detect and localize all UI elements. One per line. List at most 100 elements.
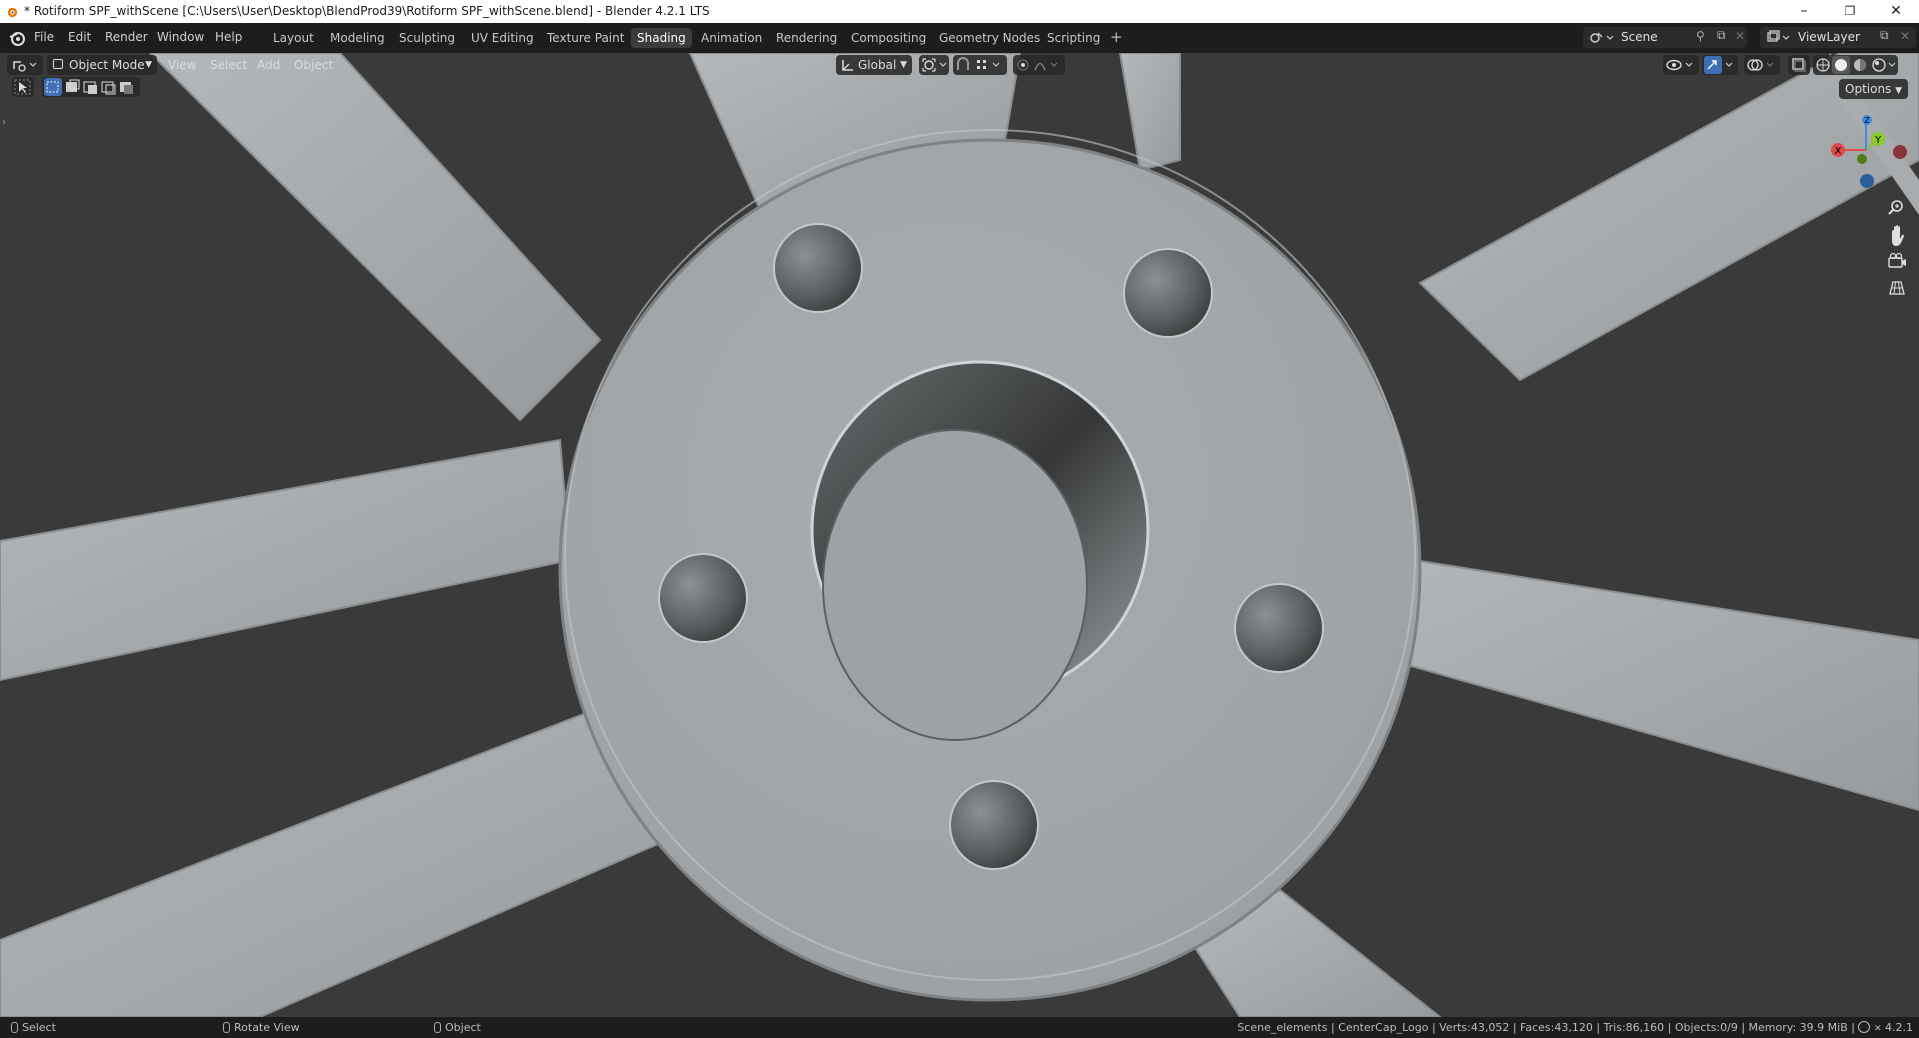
grid-perspective-icon[interactable]	[1889, 281, 1905, 295]
tab-rendering[interactable]: Rendering	[770, 28, 843, 48]
chevron-down-icon: ▼	[145, 60, 152, 70]
proportional-edit-icon	[1017, 59, 1058, 71]
cursor-arrow-icon	[14, 79, 31, 95]
viewport-header: Object Mode ▼ View Select Add Object Glo…	[0, 53, 1919, 77]
viewport-menu-select[interactable]: Select	[210, 55, 247, 75]
tab-shading[interactable]: Shading	[631, 28, 692, 48]
viewport-menu-object[interactable]: Object	[294, 55, 333, 75]
shading-mode-buttons[interactable]	[1813, 55, 1898, 75]
blender-logo-icon[interactable]	[8, 29, 26, 47]
axis-orientation-icon	[842, 60, 853, 71]
status-object-hint: Object	[434, 1021, 481, 1034]
gizmo-toggle[interactable]	[1702, 55, 1738, 75]
overlays-icon	[1747, 59, 1774, 71]
tab-scripting[interactable]: Scripting	[1041, 28, 1106, 48]
network-icon	[1858, 1021, 1871, 1033]
zoom-icon[interactable]	[1888, 200, 1903, 215]
view-layer-icon	[1767, 30, 1790, 42]
tab-uv-editing[interactable]: UV Editing	[465, 28, 540, 48]
status-bar: Select Rotate View Object Scene_elements…	[0, 1017, 1919, 1038]
selection-mode-buttons[interactable]	[42, 77, 140, 97]
transform-orientation-dropdown[interactable]: Global ▼	[836, 55, 912, 75]
restore-button[interactable]: ❐	[1827, 0, 1873, 23]
select-mode-icons	[44, 78, 133, 96]
viewport-menu-view[interactable]: View	[168, 55, 196, 75]
status-select-hint: Select	[11, 1021, 56, 1034]
3d-viewport[interactable]	[0, 53, 1919, 1017]
middle-mouse-icon	[223, 1022, 230, 1033]
tab-modeling[interactable]: Modeling	[324, 28, 391, 48]
visibility-dropdown[interactable]	[1663, 55, 1699, 75]
right-mouse-icon	[434, 1022, 441, 1033]
minimize-button[interactable]: –	[1781, 0, 1827, 23]
pivot-point-button[interactable]	[919, 55, 949, 75]
mode-label: Object Mode	[69, 58, 145, 72]
toolbar-expand-arrow-icon[interactable]: ›	[2, 117, 6, 128]
transform-orientation-label: Global	[858, 58, 897, 72]
tab-animation[interactable]: Animation	[695, 28, 768, 48]
menu-help[interactable]: Help	[215, 30, 242, 44]
tab-texture-paint[interactable]: Texture Paint	[541, 28, 630, 48]
overlays-toggle[interactable]	[1744, 55, 1780, 75]
tab-sculpting[interactable]: Sculpting	[393, 28, 461, 48]
pan-hand-icon[interactable]	[1892, 225, 1904, 246]
window-title-bar: * Rotiform SPF_withScene [C:\Users\User\…	[0, 0, 1919, 23]
chevron-down-icon: ▼	[900, 60, 907, 70]
mode-dropdown[interactable]: Object Mode ▼	[47, 55, 157, 75]
add-workspace-button[interactable]: +	[1110, 28, 1123, 46]
delete-view-layer-icon[interactable]: ✕	[1900, 29, 1910, 43]
x-axis-label: X	[1835, 146, 1842, 157]
wheel-mesh-render	[0, 53, 1919, 1017]
scene-statistics: Scene_elements | CenterCap_Logo | Verts:…	[1237, 1021, 1913, 1034]
eye-icon	[1666, 59, 1693, 71]
new-scene-icon[interactable]: ⧉	[1717, 28, 1726, 43]
camera-icon[interactable]	[1888, 252, 1906, 268]
scene-name[interactable]: Scene	[1621, 30, 1658, 44]
xray-toggle[interactable]	[1788, 55, 1810, 75]
neg-z-axis-handle[interactable]	[1860, 174, 1874, 188]
neg-y-axis-handle[interactable]	[1857, 154, 1867, 164]
navigation-gizmo[interactable]: X Y Z	[1820, 108, 1919, 198]
snap-icon	[957, 57, 1000, 70]
version-label: 4.2.1	[1885, 1021, 1913, 1034]
z-axis-label: Z	[1864, 116, 1870, 125]
xray-icon	[1792, 58, 1806, 72]
pivot-icon	[922, 58, 947, 72]
x-icon: ✕	[1873, 1024, 1882, 1034]
tab-layout[interactable]: Layout	[267, 28, 320, 48]
y-axis-label: Y	[1874, 135, 1882, 146]
neg-x-axis-handle[interactable]	[1893, 145, 1907, 159]
gizmo-icon	[1704, 56, 1733, 74]
viewport-menu-add[interactable]: Add	[257, 55, 280, 75]
editor-type-icon	[13, 61, 37, 72]
view-layer-selector[interactable]: ViewLayer ⧉ ✕	[1760, 27, 1916, 48]
left-mouse-icon	[11, 1022, 18, 1033]
options-label: Options	[1845, 82, 1892, 96]
menu-edit[interactable]: Edit	[68, 30, 91, 44]
options-dropdown[interactable]: Options ▼	[1839, 79, 1909, 99]
pin-icon[interactable]: ⚲	[1696, 29, 1705, 43]
editor-type-button[interactable]	[7, 55, 43, 75]
tweak-tool-button[interactable]	[12, 77, 34, 97]
scene-selector[interactable]: Scene ⚲ ⧉ ✕	[1583, 27, 1747, 48]
status-rotate-hint: Rotate View	[223, 1021, 300, 1034]
window-title: * Rotiform SPF_withScene [C:\Users\User\…	[24, 4, 710, 18]
tab-compositing[interactable]: Compositing	[845, 28, 932, 48]
blender-app-icon	[7, 7, 18, 18]
menu-render[interactable]: Render	[105, 30, 148, 44]
close-button[interactable]: ✕	[1873, 0, 1919, 23]
stats-text: Scene_elements | CenterCap_Logo | Verts:…	[1237, 1021, 1859, 1034]
delete-scene-icon[interactable]: ✕	[1735, 29, 1745, 43]
chevron-down-icon: ▼	[1895, 86, 1903, 96]
tab-geometry-nodes[interactable]: Geometry Nodes	[933, 28, 1046, 48]
navigation-buttons	[1888, 200, 1906, 295]
menu-file[interactable]: File	[34, 30, 54, 44]
new-view-layer-icon[interactable]: ⧉	[1880, 28, 1889, 43]
snapping-controls[interactable]	[953, 55, 1007, 75]
scene-icon	[1590, 32, 1614, 43]
object-mode-icon	[53, 59, 63, 69]
menu-window[interactable]: Window	[157, 30, 204, 44]
blender-top-bar: File Edit Render Window Help Layout Mode…	[0, 23, 1919, 53]
proportional-editing-controls[interactable]	[1013, 55, 1065, 75]
view-layer-name[interactable]: ViewLayer	[1798, 30, 1860, 44]
